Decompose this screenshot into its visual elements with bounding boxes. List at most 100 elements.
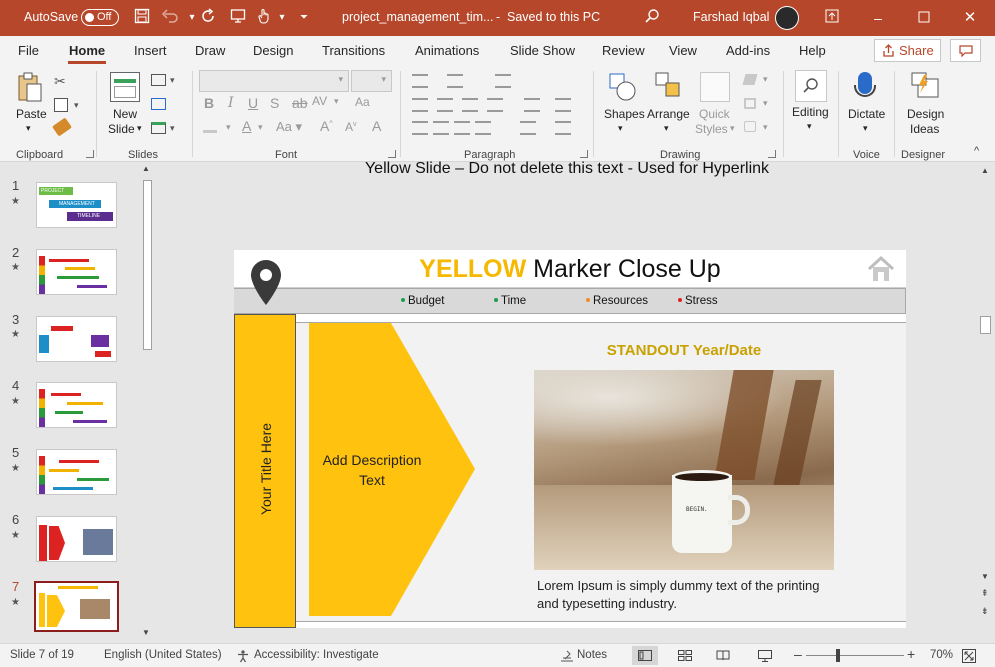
clear-formatting-icon[interactable]: A bbox=[372, 118, 381, 134]
save-icon[interactable] bbox=[132, 8, 152, 28]
slide-sorter-button[interactable] bbox=[672, 646, 698, 665]
dictate-button[interactable]: Dictate bbox=[848, 107, 885, 121]
slide-title[interactable]: YELLOW Marker Close Up bbox=[234, 255, 906, 284]
vertical-title[interactable]: Your Title Here bbox=[258, 338, 274, 600]
paste-button[interactable]: Paste bbox=[16, 107, 47, 121]
design-ideas-icon[interactable] bbox=[910, 71, 940, 101]
bullets-icon[interactable] bbox=[412, 74, 428, 88]
reading-view-button[interactable] bbox=[710, 646, 736, 665]
slide-thumbnail-3[interactable] bbox=[36, 316, 117, 362]
scrollbar-thumb[interactable] bbox=[143, 180, 152, 350]
copy-dropdown-icon[interactable]: ▾ bbox=[74, 100, 79, 111]
fit-to-window-icon[interactable] bbox=[962, 649, 976, 663]
quick-styles-icon[interactable] bbox=[700, 72, 730, 102]
tab-insert[interactable]: Insert bbox=[134, 43, 167, 58]
tab-transitions[interactable]: Transitions bbox=[322, 43, 385, 58]
scroll-up-icon[interactable]: ▲ bbox=[142, 164, 150, 173]
next-slide-icon[interactable]: ⇟ bbox=[981, 606, 989, 617]
numbering-icon[interactable] bbox=[447, 74, 463, 88]
slide-thumbnail-4[interactable] bbox=[36, 382, 117, 428]
fill-dropdown-icon[interactable]: ▾ bbox=[763, 74, 768, 85]
notes-button[interactable]: Notes bbox=[577, 649, 607, 661]
format-painter-icon[interactable] bbox=[52, 117, 72, 137]
arrange-dropdown-icon[interactable]: ▾ bbox=[664, 123, 669, 134]
zoom-slider-track[interactable] bbox=[806, 655, 904, 656]
search-icon[interactable] bbox=[642, 8, 662, 28]
drawing-launcher-icon[interactable] bbox=[768, 150, 776, 158]
home-icon[interactable] bbox=[866, 255, 896, 283]
editing-button[interactable]: Editing bbox=[792, 105, 829, 119]
justify-icon[interactable] bbox=[475, 121, 491, 135]
increase-font-icon[interactable]: A^ bbox=[320, 118, 333, 134]
tab-design[interactable]: Design bbox=[253, 43, 293, 58]
collapse-ribbon-icon[interactable]: ^ bbox=[974, 145, 979, 157]
shapes-dropdown-icon[interactable]: ▾ bbox=[618, 123, 623, 134]
accessibility-icon[interactable] bbox=[236, 649, 250, 663]
slide-thumbnail-2[interactable] bbox=[36, 249, 117, 295]
tab-add-ins[interactable]: Add-ins bbox=[726, 43, 770, 58]
scroll-down-icon[interactable]: ▼ bbox=[142, 628, 150, 637]
new-slide-icon[interactable] bbox=[110, 72, 140, 102]
font-size-dropdown-icon[interactable]: Aa ▾ bbox=[276, 119, 302, 135]
paste-dropdown-icon[interactable]: ▾ bbox=[26, 123, 31, 134]
layout-dropdown-icon[interactable]: ▾ bbox=[170, 75, 175, 86]
slide-scrollbar[interactable]: ▲ ▼ ⇞ ⇟ bbox=[977, 162, 995, 642]
smartart-icon[interactable] bbox=[555, 121, 571, 135]
cut-icon[interactable]: ✂ bbox=[54, 73, 66, 90]
new-slide-label-1[interactable]: New bbox=[113, 107, 137, 121]
increase-indent-icon[interactable] bbox=[437, 98, 453, 112]
zoom-in-icon[interactable]: + bbox=[907, 646, 915, 662]
standout-heading[interactable]: STANDOUT Year/Date bbox=[534, 342, 834, 359]
font-size-select[interactable]: ▾ bbox=[351, 70, 392, 92]
find-icon[interactable] bbox=[795, 70, 827, 102]
scroll-down-icon[interactable]: ▼ bbox=[981, 572, 989, 581]
shape-effects-icon[interactable] bbox=[744, 121, 756, 132]
quick-styles-label-1[interactable]: Quick bbox=[699, 107, 730, 121]
touch-mode-icon[interactable] bbox=[254, 8, 274, 28]
avatar[interactable] bbox=[775, 6, 799, 30]
thumbnail-scrollbar[interactable]: ▲ ▼ bbox=[139, 162, 155, 642]
slide-note-text[interactable]: Yellow Slide – Do not delete this text -… bbox=[157, 160, 977, 178]
slideshow-view-button[interactable] bbox=[752, 646, 778, 665]
tab-help[interactable]: Help bbox=[799, 43, 826, 58]
undo-icon[interactable] bbox=[160, 8, 180, 28]
presenter-icon[interactable] bbox=[228, 8, 248, 28]
font-family-select[interactable]: ▾ bbox=[199, 70, 349, 92]
slide-thumbnail-7[interactable] bbox=[34, 581, 119, 632]
zoom-slider-thumb[interactable] bbox=[836, 649, 840, 662]
new-slide-dropdown-icon[interactable]: ▾ bbox=[137, 123, 142, 134]
reset-icon[interactable] bbox=[151, 98, 166, 110]
previous-slide-icon[interactable]: ⇞ bbox=[981, 588, 989, 599]
tab-view[interactable]: View bbox=[669, 43, 697, 58]
shadow-icon[interactable]: S bbox=[270, 95, 279, 111]
ribbon-display-icon[interactable] bbox=[822, 8, 842, 28]
outline-dropdown-icon[interactable]: ▾ bbox=[763, 98, 768, 109]
shapes-icon[interactable] bbox=[608, 71, 638, 103]
spacing-dropdown-icon[interactable]: ▾ bbox=[334, 96, 339, 107]
effects-dropdown-icon[interactable]: ▾ bbox=[763, 122, 768, 133]
ltr-icon[interactable] bbox=[487, 98, 503, 112]
autosave-toggle[interactable]: Off bbox=[81, 9, 119, 26]
tab-draw[interactable]: Draw bbox=[195, 43, 225, 58]
align-center-icon[interactable] bbox=[433, 121, 449, 135]
tab-file[interactable]: File bbox=[18, 43, 39, 58]
touch-dropdown-icon[interactable]: ▾ bbox=[272, 8, 292, 28]
tab-slide-show[interactable]: Slide Show bbox=[510, 43, 575, 58]
maximize-icon[interactable] bbox=[914, 8, 934, 28]
section-icon[interactable] bbox=[151, 122, 166, 134]
decrease-indent-icon[interactable] bbox=[412, 98, 428, 112]
design-ideas-label-1[interactable]: Design bbox=[907, 107, 944, 121]
change-case-icon[interactable]: Aa bbox=[355, 95, 370, 109]
character-spacing-icon[interactable]: AV bbox=[312, 94, 327, 108]
underline-icon[interactable]: U bbox=[248, 95, 258, 111]
arrange-icon[interactable] bbox=[654, 71, 684, 103]
accessibility-status[interactable]: Accessibility: Investigate bbox=[254, 649, 379, 661]
highlight-icon[interactable] bbox=[203, 123, 217, 133]
decrease-font-icon[interactable]: Av bbox=[345, 120, 357, 134]
section-dropdown-icon[interactable]: ▾ bbox=[170, 123, 175, 134]
font-launcher-icon[interactable] bbox=[388, 150, 396, 158]
share-button[interactable]: Share bbox=[874, 39, 941, 62]
columns-icon[interactable] bbox=[524, 98, 540, 112]
paste-icon[interactable] bbox=[16, 72, 44, 104]
quick-styles-label-2[interactable]: Styles bbox=[695, 122, 728, 136]
